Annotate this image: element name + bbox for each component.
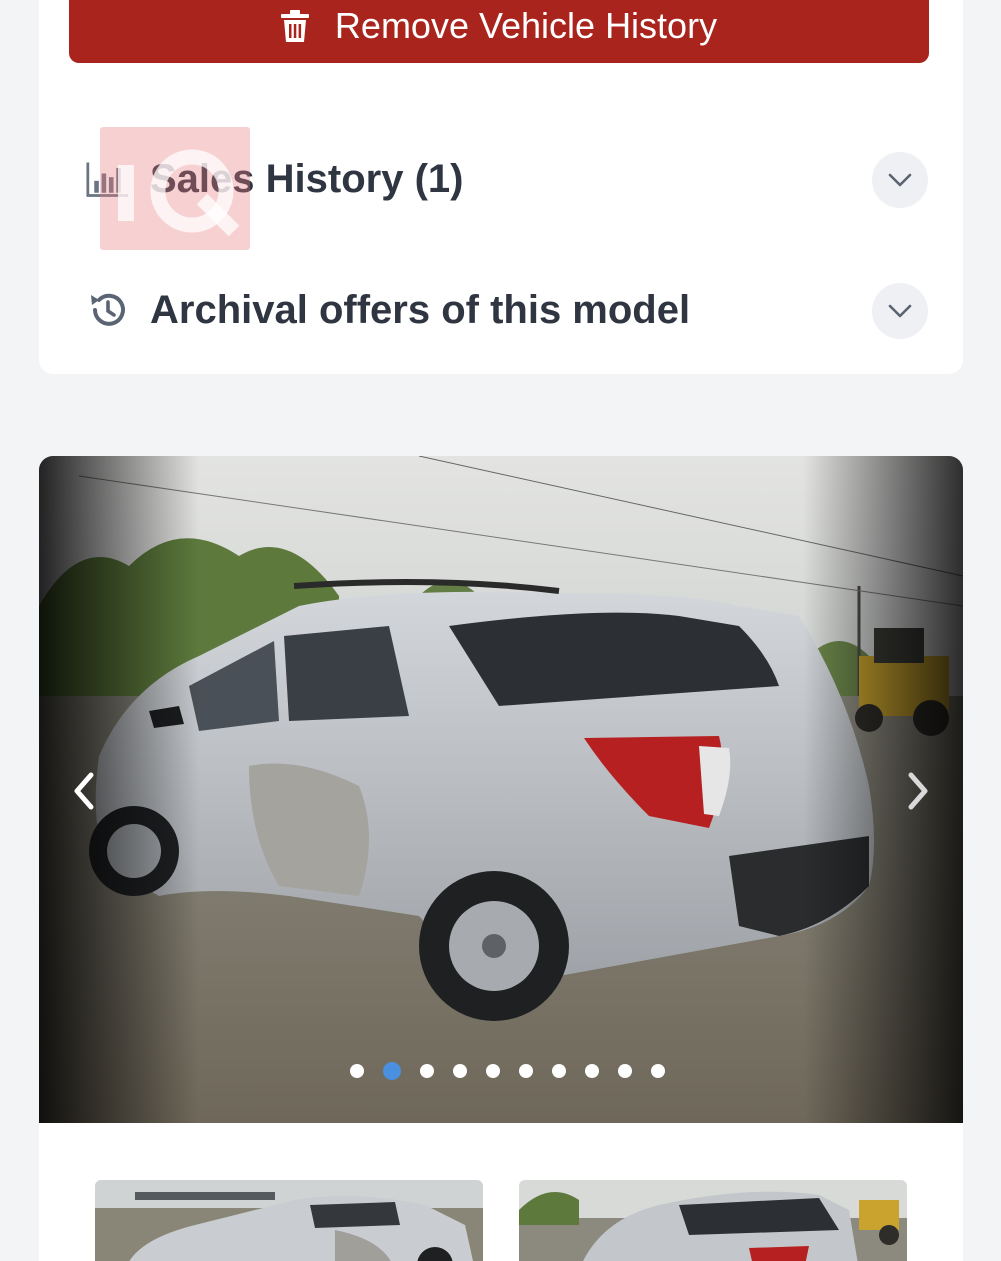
chevron-right-icon — [908, 772, 928, 810]
vehicle-photo — [39, 456, 963, 1123]
thumbnail-strip — [39, 1123, 963, 1261]
gallery-dot[interactable] — [419, 1064, 434, 1078]
iq-logo — [100, 127, 250, 250]
gallery-dot[interactable] — [650, 1064, 665, 1078]
vehicle-thumbnail[interactable] — [95, 1180, 483, 1261]
gallery-dot-active[interactable] — [382, 1062, 401, 1080]
sales-history-chevron-down-icon[interactable] — [872, 152, 928, 208]
gallery-dot[interactable] — [617, 1064, 632, 1078]
gallery-dot[interactable] — [551, 1064, 566, 1078]
previous-photo-button[interactable] — [59, 766, 109, 816]
gallery-pagination — [39, 1062, 963, 1080]
vehicle-photo-gallery[interactable] — [39, 456, 963, 1123]
gallery-dot[interactable] — [518, 1064, 533, 1078]
remove-vehicle-history-label: Remove Vehicle History — [334, 4, 718, 46]
gallery-dot[interactable] — [349, 1064, 364, 1078]
archival-offers-title: Archival offers of this model — [150, 287, 691, 332]
next-photo-button[interactable] — [893, 766, 943, 816]
vehicle-thumbnail[interactable] — [519, 1180, 907, 1261]
gallery-dot[interactable] — [485, 1064, 500, 1078]
history-icon — [86, 288, 130, 332]
remove-vehicle-history-button[interactable]: Remove Vehicle History — [69, 0, 929, 63]
archival-offers-chevron-down-icon[interactable] — [872, 283, 928, 339]
trash-icon — [280, 9, 309, 42]
archival-offers-row[interactable]: Archival offers of this model — [86, 280, 928, 340]
gallery-dot[interactable] — [452, 1064, 467, 1078]
gallery-dot[interactable] — [584, 1064, 599, 1078]
chevron-left-icon — [74, 772, 94, 810]
